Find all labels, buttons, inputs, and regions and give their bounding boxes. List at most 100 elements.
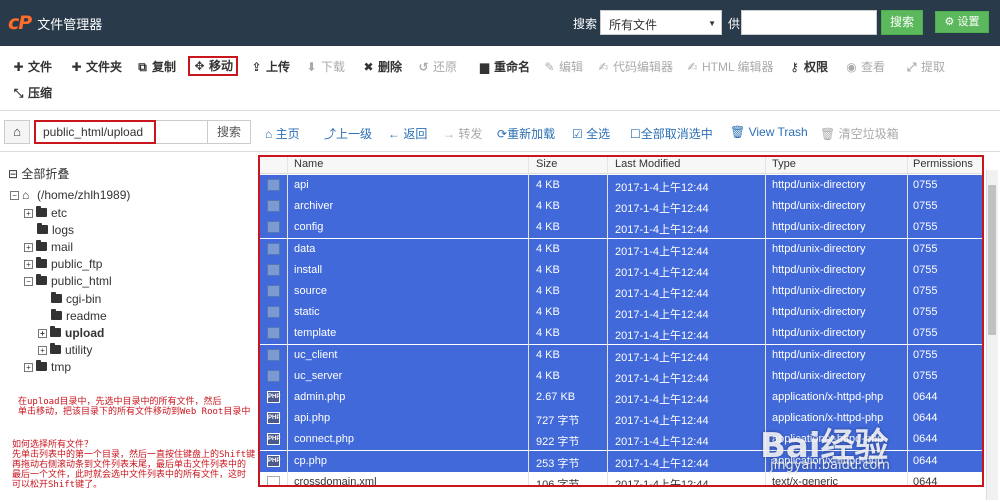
file-permissions: 0755 [913, 200, 938, 213]
table-row[interactable]: static 4 KB 2017-1-4上午12:44 httpd/unix-dire… [260, 302, 982, 324]
edit-button[interactable]: ✎ 编辑 [543, 57, 583, 77]
tree-item-logs[interactable]: logs [37, 222, 74, 238]
tree-item-readme[interactable]: readme [51, 308, 107, 324]
rename-button[interactable]: ▆ 重命名 [478, 57, 530, 77]
table-row[interactable]: PHP admin.php 2.67 KB 2017-1-4上午12:44 applic… [260, 387, 982, 408]
compress-button[interactable]: ⤡ 压缩 [12, 83, 52, 103]
column-header-size[interactable]: Size [536, 158, 557, 170]
html-editor-button[interactable]: ✍ HTML 编辑器 [686, 57, 773, 77]
column-header-modified[interactable]: Last Modified [615, 158, 680, 170]
settings-button[interactable]: ⚙ 设置 [935, 11, 989, 33]
file-name: cp.php [294, 454, 328, 467]
empty-trash-button[interactable]: 🗑 清空垃圾箱 [820, 125, 899, 142]
table-row[interactable]: uc_server 4 KB 2017-1-4上午12:44 httpd/unix-d… [260, 365, 982, 387]
file-modified: 2017-1-4上午12:44 [615, 224, 709, 237]
file-modified: 2017-1-4上午12:44 [615, 203, 709, 216]
file-type: httpd/unix-directory [772, 369, 866, 382]
file-type: httpd/unix-directory [772, 327, 866, 340]
view-trash-button[interactable]: 🗑 View Trash [730, 125, 808, 139]
column-header-type[interactable]: Type [772, 158, 796, 170]
back-button[interactable]: ← 返回 [388, 125, 427, 142]
scrollbar-thumb[interactable] [988, 185, 996, 335]
arrow-left-icon: ← [388, 127, 400, 141]
table-row[interactable]: crossdomain.xml 106 字节 2017-1-4上午12:44 text… [260, 471, 982, 485]
move-button[interactable]: ✥ 移动 [188, 56, 239, 76]
expand-icon: + [24, 209, 33, 218]
home-path-button[interactable]: ⌂ [4, 120, 30, 144]
view-button[interactable]: ◉ 查看 [845, 57, 885, 77]
edit-label: 编辑 [559, 60, 584, 74]
table-row[interactable]: source 4 KB 2017-1-4上午12:44 httpd/unix-dire… [260, 281, 982, 302]
path-input-extension[interactable] [156, 120, 207, 144]
tree-item-mail[interactable]: + mail [24, 239, 73, 255]
collapse-icon: − [10, 191, 19, 200]
folder-icon [267, 285, 280, 297]
path-go-button[interactable]: 搜索 [207, 120, 251, 144]
table-row[interactable]: uc_client 4 KB 2017-1-4上午12:44 httpd/unix-d… [260, 344, 982, 366]
file-permissions: 0644 [913, 412, 938, 425]
column-divider [607, 157, 608, 485]
upload-button[interactable]: ⇪ 上传 [250, 57, 290, 77]
php-file-icon: PHP [267, 433, 280, 446]
column-header-permissions[interactable]: Permissions [913, 158, 973, 170]
table-row[interactable]: config 4 KB 2017-1-4上午12:44 httpd/unix-dire… [260, 217, 982, 239]
extract-button[interactable]: ⤢ 提取 [905, 57, 945, 77]
tree-item-etc[interactable]: + etc [24, 205, 67, 221]
file-size: 4 KB [536, 327, 560, 340]
copy-button[interactable]: ⧉ 复制 [136, 57, 176, 77]
table-row[interactable]: api 4 KB 2017-1-4上午12:44 httpd/unix-directo… [260, 175, 982, 196]
table-row[interactable]: install 4 KB 2017-1-4上午12:44 httpd/unix-dir… [260, 259, 982, 281]
table-row[interactable]: archiver 4 KB 2017-1-4上午12:44 httpd/unix-di… [260, 196, 982, 218]
up-level-label: 上一级 [336, 127, 373, 141]
arrow-right-icon: → [443, 127, 455, 141]
tree-item-cgi-bin[interactable]: cgi-bin [51, 291, 101, 307]
search-scope-select[interactable]: 所有文件 ▼ [600, 10, 722, 35]
file-icon: ▆ [479, 60, 490, 74]
file-name: uc_server [294, 369, 343, 382]
tree-item-label: tmp [51, 360, 72, 374]
search-button[interactable]: 搜索 [881, 10, 923, 35]
tree-item-tmp[interactable]: + tmp [24, 359, 71, 375]
caret-down-icon: ▼ [708, 19, 716, 28]
tree-item-upload[interactable]: + upload [38, 325, 104, 341]
file-type: httpd/unix-directory [772, 242, 866, 255]
note-line: 如何选择所有文件？ [12, 440, 94, 450]
permissions-button[interactable]: ⚷ 权限 [788, 57, 828, 77]
file-permissions: 0755 [913, 263, 938, 276]
home-icon: ⌂ [13, 124, 21, 139]
folder-icon [267, 369, 280, 382]
search-label: 搜索 [573, 17, 598, 31]
reload-button[interactable]: ⟳重新加载 [497, 125, 555, 142]
code-editor-button[interactable]: ✍ 代码编辑器 [597, 57, 673, 77]
file-name: static [294, 306, 320, 319]
home-nav-button[interactable]: ⌂ 主页 [265, 125, 300, 142]
tree-root[interactable]: − ⌂ (/home/zhlh1989) [10, 187, 130, 203]
delete-button[interactable]: ✖ 删除 [362, 57, 402, 77]
tree-item-label: cgi-bin [66, 292, 102, 306]
search-scope-value: 所有文件 [609, 18, 658, 32]
search-input[interactable] [741, 10, 877, 35]
permissions-label: 权限 [804, 60, 829, 74]
new-folder-button[interactable]: ✚ 文件夹 [70, 57, 122, 77]
restore-button[interactable]: ↺ 还原 [417, 57, 457, 77]
table-row[interactable]: data 4 KB 2017-1-4上午12:44 httpd/unix-direct… [260, 238, 982, 260]
forward-button[interactable]: → 转发 [443, 125, 482, 142]
tree-item-utility[interactable]: + utility [38, 342, 92, 358]
app-logo[interactable]: cP 文件管理器 [8, 12, 102, 34]
move-icon: ✥ [194, 59, 205, 73]
tree-item-public-ftp[interactable]: + public_ftp [24, 256, 102, 272]
collapse-all-button[interactable]: ⊟ 全部折叠 [8, 165, 69, 182]
download-button[interactable]: ⬇ 下载 [305, 57, 345, 77]
file-modified: 2017-1-4上午12:44 [615, 245, 709, 258]
file-type: httpd/unix-directory [772, 285, 866, 297]
select-all-button[interactable]: ☑ 全选 [572, 125, 610, 142]
file-name: uc_client [294, 348, 338, 361]
table-row[interactable]: template 4 KB 2017-1-4上午12:44 httpd/unix-di… [260, 323, 982, 345]
file-size: 4 KB [536, 369, 560, 382]
path-input[interactable]: public_html/upload [34, 120, 156, 144]
new-file-button[interactable]: ✚ 文件 [12, 57, 52, 77]
up-level-button[interactable]: ⤴上一级 [324, 125, 372, 142]
tree-item-public-html[interactable]: − public_html [24, 273, 112, 289]
column-header-name[interactable]: Name [294, 158, 323, 170]
unselect-all-button[interactable]: ☐全部取消选中 [630, 125, 713, 142]
